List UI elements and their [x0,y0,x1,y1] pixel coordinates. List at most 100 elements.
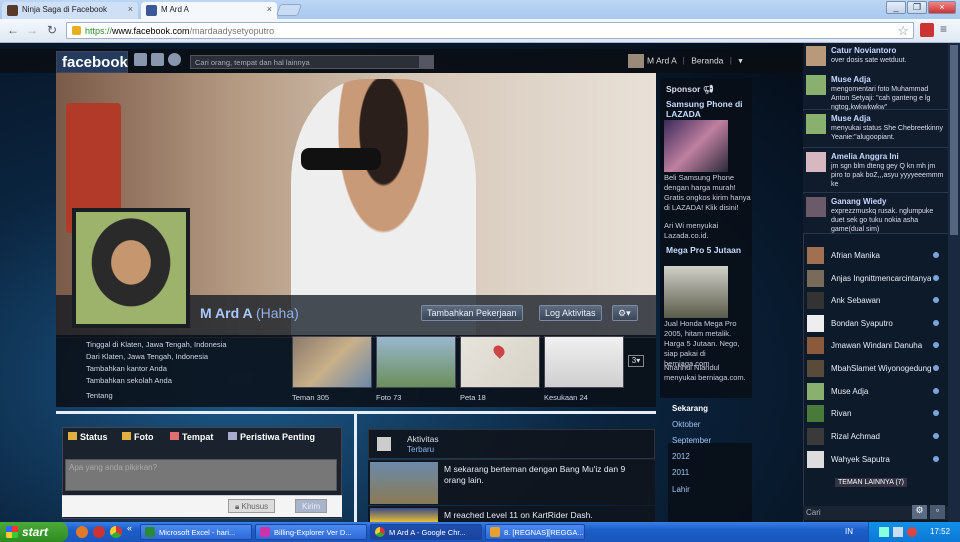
extension-icon[interactable] [920,23,934,37]
tab-title: M Ard A [161,5,190,14]
account-menu-chevron-down-icon[interactable]: ▾ [738,55,742,65]
ad-title[interactable]: Mega Pro 5 Jutaan [666,245,746,255]
messages-icon[interactable] [151,53,164,66]
photos-thumb[interactable] [376,336,456,388]
info-add-work-link[interactable]: Tambahkan kantor Anda [86,364,167,373]
settings-gear-icon[interactable]: ⚙▾ [612,305,638,321]
tab-profile[interactable]: M Ard A × [141,2,277,19]
lock-icon [72,26,81,35]
status-input[interactable]: Apa yang anda pikirkan? [65,459,337,491]
reload-icon[interactable]: ↻ [45,23,59,37]
add-work-button[interactable]: Tambahkan Pekerjaan [421,305,523,321]
close-tab-icon[interactable]: × [128,4,133,14]
about-link[interactable]: Tentang [86,391,113,400]
scrollbar-thumb[interactable] [950,45,958,235]
info-add-school-link[interactable]: Tambahkan sekolah Anda [86,376,172,385]
photos-label[interactable]: Foto 73 [376,393,401,402]
timeline-item[interactable]: September [672,436,711,445]
likes-thumb[interactable] [544,336,624,388]
chat-settings-gear-icon[interactable]: ⚙ [912,505,927,519]
friends-thumb[interactable] [292,336,372,388]
activity-item[interactable]: M reached Level 11 on KartRider Dash. [368,506,655,522]
chat-friend[interactable]: Bondan Syaputro [803,313,948,334]
activity-log-button[interactable]: Log Aktivitas [539,305,602,321]
quicklaunch-chrome-icon[interactable] [110,526,122,538]
tab-place[interactable]: Tempat [170,432,213,442]
friends-label[interactable]: Teman 305 [292,393,329,402]
user-avatar[interactable] [628,54,644,68]
map-label[interactable]: Peta 18 [460,393,486,402]
sidebar-scrollbar[interactable] [948,43,960,522]
tab-life-event[interactable]: Peristiwa Penting [228,432,315,442]
chat-friend[interactable]: Anjas Ingnittmencarcintanya [803,268,948,289]
chat-friend[interactable]: Rizal Achmad [803,426,948,447]
ticker-item[interactable]: Muse Adja mengomentari foto Muhammad Ant… [803,72,948,111]
user-name-link[interactable]: M Ard A [647,55,676,65]
chat-friend[interactable]: Afrian Manika [803,245,948,266]
ticker-item[interactable]: Ganang Wiedy exprezzmuskq rusak. nglumpu… [803,194,948,234]
more-sections-button[interactable]: 3▾ [628,355,644,367]
avatar [806,114,826,134]
chat-friend[interactable]: Muse Adja [803,381,948,402]
chat-friend[interactable]: Ank Sebawan [803,290,948,311]
privacy-button[interactable]: 🔒︎ Khusus [228,499,276,513]
wrench-menu-icon[interactable]: ≡ [940,22,947,36]
taskbar-item[interactable]: M Ard A - Google Chr... [370,524,482,540]
facebook-logo[interactable]: facebook [56,51,128,73]
map-thumb[interactable] [460,336,540,388]
ad-image[interactable] [664,120,728,172]
activity-item[interactable]: M sekarang berteman dengan Bang Mu'iz da… [368,460,655,505]
chat-friend[interactable]: MbahSlamet Wiyonogedungejolik [803,358,948,379]
home-link[interactable]: Beranda [691,55,723,65]
profile-picture[interactable] [72,208,190,328]
chat-close-icon[interactable]: ▫ [930,505,945,519]
ticker-name: Catur Noviantoro [831,46,897,55]
avatar [807,360,824,377]
timeline-item[interactable]: Lahir [672,485,690,494]
start-button[interactable]: start [0,522,68,542]
new-tab-button[interactable] [275,4,303,16]
quicklaunch-firefox-icon[interactable] [76,526,88,538]
close-window-icon[interactable]: × [928,1,956,14]
quicklaunch-opera-icon[interactable] [93,526,105,538]
security-icon[interactable] [907,527,917,537]
post-button[interactable]: Kirim [295,499,328,513]
close-tab-icon[interactable]: × [267,4,272,14]
more-friends-label[interactable]: TEMAN LAINNYA (7) [835,478,907,487]
network-icon[interactable] [879,527,889,537]
bookmark-star-icon[interactable]: ☆ [897,23,909,39]
taskbar-item[interactable]: Billing-Explorer Ver D... [255,524,367,540]
taskbar-item[interactable]: 8. [REGNAS][REGGA... [485,524,585,540]
notifications-globe-icon[interactable] [168,53,181,66]
language-indicator[interactable]: IN [845,527,853,536]
volume-icon[interactable] [893,527,903,537]
tab-photo[interactable]: Foto [122,432,154,442]
address-bar[interactable]: https://www.facebook.com/mardaadysetyopu… [66,22,914,39]
forward-arrow-icon[interactable]: → [25,23,39,37]
search-icon[interactable] [419,56,433,68]
chat-friend[interactable]: Wahyek Saputra [803,449,948,470]
ticker-item[interactable]: Amelia Anggra Ini jm sgn blm dteng gey Q… [803,149,948,193]
likes-label[interactable]: Kesukaan 24 [544,393,588,402]
chat-friend-name: Rizal Achmad [831,432,880,441]
ad-image[interactable] [664,266,728,318]
facebook-search-input[interactable]: Cari orang, tempat dan hal lainnya [190,55,434,69]
quicklaunch-more-icon[interactable]: « [127,523,132,533]
chat-friend[interactable]: Jmawan Windani Danuha [803,335,948,356]
avatar [807,405,824,422]
minimize-icon[interactable]: _ [886,1,906,14]
tab-ninja-saga[interactable]: Ninja Saga di Facebook × [2,2,138,19]
friend-requests-icon[interactable] [134,53,147,66]
timeline-item[interactable]: Oktober [672,420,700,429]
timeline-item[interactable]: 2012 [672,452,690,461]
timeline-item[interactable]: 2011 [672,468,689,477]
ad-title[interactable]: Samsung Phone di LAZADA [666,99,746,119]
restore-icon[interactable]: ❐ [907,1,927,14]
avatar [806,46,826,66]
timeline-header[interactable]: Sekarang [672,404,708,413]
chat-friend[interactable]: Rivan [803,403,948,424]
tab-status[interactable]: Status [68,432,108,442]
ticker-item[interactable]: Muse Adja menyukai status She Chebreetki… [803,111,948,148]
back-arrow-icon[interactable]: ← [6,23,20,37]
taskbar-item[interactable]: Microsoft Excel - hari... [140,524,252,540]
